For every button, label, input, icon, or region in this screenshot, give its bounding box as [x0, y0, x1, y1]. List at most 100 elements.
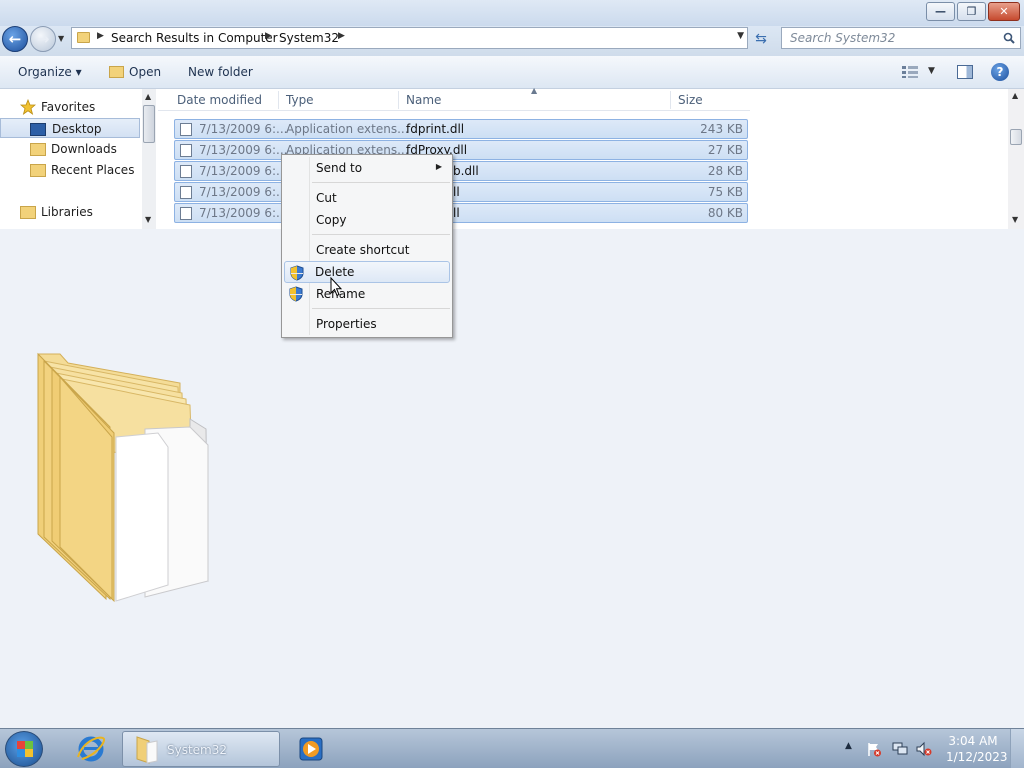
uac-shield-icon: [289, 286, 303, 302]
cell-type: Application extens...: [286, 122, 409, 136]
address-bar[interactable]: ▶ Search Results in Computer ▶ System32 …: [71, 27, 748, 49]
organize-button[interactable]: Organize ▾: [18, 65, 82, 79]
cell-name: ll: [453, 206, 460, 220]
recent-pages-dropdown-icon[interactable]: ▼: [58, 34, 68, 44]
nav-item-libraries[interactable]: Libraries: [0, 202, 140, 222]
nav-item-recent-places[interactable]: Recent Places: [0, 160, 140, 180]
table-row[interactable]: 7/13/2009 6:... ll 75 KB: [174, 182, 748, 202]
nav-label: Libraries: [41, 205, 93, 219]
submenu-arrow-icon: ▶: [435, 162, 442, 171]
menu-item-cut[interactable]: Cut: [284, 187, 450, 209]
menu-label: Properties: [316, 317, 377, 331]
column-divider[interactable]: [670, 91, 671, 109]
column-divider[interactable]: [398, 91, 399, 109]
cell-date: 7/13/2009 6:...: [199, 122, 288, 136]
minimize-button[interactable]: —: [926, 2, 955, 21]
menu-item-send-to[interactable]: Send to ▶: [284, 157, 450, 179]
scroll-down-icon[interactable]: ▼: [145, 215, 151, 224]
show-desktop-button[interactable]: [1010, 729, 1024, 768]
menu-item-copy[interactable]: Copy: [284, 209, 450, 231]
nav-item-favorites[interactable]: Favorites: [0, 97, 140, 117]
nav-label: Favorites: [41, 100, 96, 114]
menu-item-rename[interactable]: Rename: [284, 283, 450, 305]
desktop-area[interactable]: [0, 229, 1024, 728]
nav-label: Desktop: [52, 122, 102, 136]
nav-scrollbar[interactable]: ▲ ▼: [142, 89, 156, 229]
show-hidden-icons-arrow[interactable]: ▲: [845, 741, 852, 751]
cell-date: 7/13/2009 6:...: [199, 164, 288, 178]
column-size[interactable]: Size: [678, 93, 703, 107]
clock-date[interactable]: 1/12/2023: [946, 750, 1008, 764]
new-folder-button[interactable]: New folder: [188, 65, 253, 79]
views-icon[interactable]: [902, 66, 918, 78]
taskbar-internet-explorer[interactable]: [68, 731, 114, 767]
scroll-down-icon[interactable]: ▼: [1012, 215, 1018, 224]
table-row[interactable]: 7/13/2009 6:... Application extens... fd…: [174, 119, 748, 139]
nav-scrollbar-thumb[interactable]: [143, 105, 155, 143]
nav-item-desktop[interactable]: Desktop: [0, 118, 140, 138]
search-icon[interactable]: [1003, 32, 1015, 44]
menu-item-properties[interactable]: Properties: [284, 313, 450, 335]
menu-item-delete[interactable]: Delete: [284, 261, 450, 283]
column-divider[interactable]: [278, 91, 279, 109]
network-icon[interactable]: [892, 741, 908, 757]
action-center-flag-icon[interactable]: [866, 741, 882, 757]
recent-places-icon: [30, 164, 46, 177]
menu-label: Create shortcut: [316, 243, 410, 257]
cell-date: 7/13/2009 6:...: [199, 185, 288, 199]
explorer-window: — ❐ ✕ ← → ▼ ▶ Search Results in Computer…: [0, 0, 1024, 229]
column-date-modified[interactable]: Date modified: [177, 93, 262, 107]
search-input[interactable]: Search System32: [781, 27, 1021, 49]
open-button[interactable]: Open: [129, 65, 161, 79]
mouse-cursor-icon: [330, 277, 342, 297]
close-button[interactable]: ✕: [988, 2, 1020, 21]
breadcrumb-arrow-icon[interactable]: ▶: [97, 31, 104, 41]
column-type[interactable]: Type: [286, 93, 314, 107]
taskbar-item-label: System32: [167, 743, 228, 757]
address-dropdown-icon[interactable]: ▼: [737, 31, 744, 41]
taskbar: System32 ▲ 3:04 AM 1/12/2023: [0, 728, 1024, 768]
menu-item-create-shortcut[interactable]: Create shortcut: [284, 239, 450, 261]
nav-item-downloads[interactable]: Downloads: [0, 139, 140, 159]
libraries-icon: [20, 206, 36, 219]
forward-button[interactable]: →: [30, 26, 56, 52]
cell-size: 80 KB: [707, 206, 743, 220]
taskbar-media-player[interactable]: [288, 731, 334, 767]
volume-muted-icon[interactable]: [916, 741, 932, 757]
dll-file-icon: [180, 144, 192, 157]
table-row[interactable]: 7/13/2009 6:... b.dll 28 KB: [174, 161, 748, 181]
help-icon[interactable]: ?: [991, 63, 1009, 81]
navigation-pane: Favorites Desktop Downloads Recent Place…: [0, 89, 158, 229]
menu-label: Copy: [316, 213, 347, 227]
breadcrumb-search-results[interactable]: Search Results in Computer: [111, 31, 278, 45]
file-list-scrollbar[interactable]: ▲ ▼: [1008, 89, 1024, 229]
clock-time[interactable]: 3:04 AM: [946, 734, 1000, 748]
search-placeholder: Search System32: [790, 31, 896, 45]
start-button[interactable]: [5, 731, 43, 767]
refresh-button[interactable]: ⇆: [750, 29, 772, 49]
refresh-icon: ⇆: [755, 31, 767, 47]
menu-label: Cut: [316, 191, 337, 205]
table-row[interactable]: 7/13/2009 6:... Application extens... fd…: [174, 140, 748, 160]
column-header: Date modified Type ▲ Name Size: [158, 86, 750, 111]
table-row[interactable]: 7/13/2009 6:... ll 80 KB: [174, 203, 748, 223]
breadcrumb-arrow-icon[interactable]: ▶: [265, 31, 272, 41]
dll-file-icon: [180, 165, 192, 178]
command-bar: Organize ▾ Open New folder ▼ ?: [0, 56, 1024, 89]
breadcrumb-system32[interactable]: System32: [279, 31, 339, 45]
views-dropdown-icon[interactable]: ▼: [928, 66, 935, 76]
minimize-icon: —: [935, 5, 946, 18]
back-button[interactable]: ←: [2, 26, 28, 52]
column-name[interactable]: Name: [406, 93, 441, 107]
cell-name: fdprint.dll: [406, 122, 465, 136]
cell-size: 75 KB: [707, 185, 743, 199]
preview-pane-icon[interactable]: [957, 65, 973, 79]
breadcrumb-arrow-icon[interactable]: ▶: [338, 31, 345, 41]
restore-icon: ❐: [966, 5, 977, 18]
taskbar-explorer-system32[interactable]: System32: [122, 731, 280, 767]
maximize-button[interactable]: ❐: [957, 2, 986, 21]
file-list-scrollbar-thumb[interactable]: [1010, 129, 1022, 145]
title-bar[interactable]: — ❐ ✕: [0, 0, 1024, 26]
scroll-up-icon[interactable]: ▲: [145, 92, 151, 101]
scroll-up-icon[interactable]: ▲: [1012, 91, 1018, 100]
